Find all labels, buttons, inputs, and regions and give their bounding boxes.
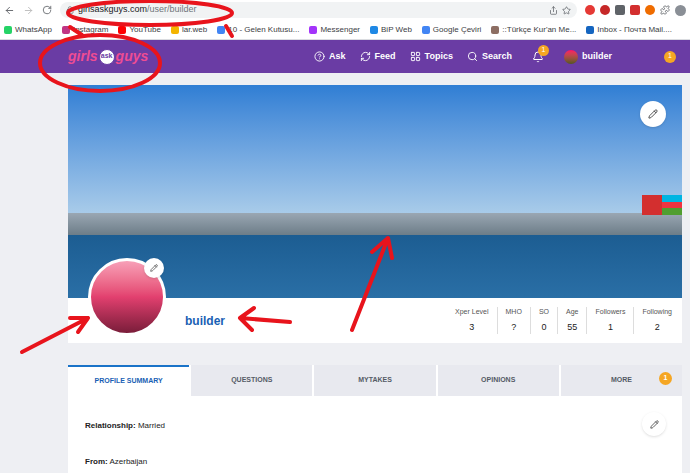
bookmark-icon [118,26,126,34]
tab-label: QUESTIONS [231,375,272,386]
profile-tab[interactable]: QUESTIONS [191,365,312,396]
pencil-icon [150,264,158,272]
summary-row: Relationship: Married [85,420,665,432]
star-icon[interactable] [562,6,571,15]
extensions-icon[interactable] [660,5,670,15]
extension-icon[interactable] [645,5,655,15]
nav-item[interactable]: Feed [360,50,396,64]
profile-stats: Xper Level3MHO?SO0Age55Followers1Followi… [447,307,680,334]
bookmark[interactable]: ::Türkçe Kur'an Me... [491,24,576,36]
nav-item[interactable]: Ask [314,50,346,64]
bookmark[interactable]: Messenger [309,24,360,36]
extension-icon[interactable] [615,5,625,15]
tab-label: MYTAKES [358,375,392,386]
tab-badge: 1 [659,372,672,385]
bookmarks-bar: WhatsApp Instagram YouTube lar.web 10 - Gele… [0,20,690,40]
stat: SO0 [530,307,557,334]
profile-tab[interactable]: MYTAKES [314,365,435,396]
extension-icon[interactable] [585,5,595,15]
bookmark-icon [217,26,225,34]
bookmark[interactable]: WhatsApp [4,24,52,36]
bookmark[interactable]: 10 - Gelen Kutusu... [217,24,299,36]
edit-summary-button[interactable] [642,412,666,436]
bookmark-icon [491,26,499,34]
summary-row: From: Azerbaijan [85,456,665,468]
nav-item-icon [360,51,371,62]
profile-name: builder [185,312,225,330]
profile-icon[interactable] [675,5,686,16]
nav-item[interactable]: Topics [410,50,453,64]
nav-item-icon [467,51,478,62]
lock-icon [66,6,74,14]
extension-icon[interactable] [600,5,610,15]
forward-icon[interactable] [23,5,34,16]
nav-item[interactable]: Search [467,50,512,64]
bookmark[interactable]: Google Çeviri [422,24,481,36]
bookmark-icon [171,26,179,34]
stat: Xper Level3 [447,307,496,334]
url: girlsaskguys.com/user/builder [78,3,197,17]
bookmark[interactable]: YouTube [118,24,160,36]
notifications[interactable]: 1 [532,51,544,63]
bookmark-icon [62,26,70,34]
bookmark-icon [586,26,594,34]
flag-image [642,195,682,215]
annotation-marks [0,0,690,473]
nav-item-icon [410,51,421,62]
extension-icon[interactable] [630,5,640,15]
pencil-icon [650,420,659,429]
bookmark-icon [370,26,378,34]
edit-cover-button[interactable] [640,101,666,127]
bookmark[interactable]: lar.web [171,24,207,36]
share-icon[interactable] [549,6,558,15]
back-icon[interactable] [4,5,15,16]
edit-avatar-button[interactable] [144,258,164,278]
profile-card: builder Xper Level3MHO?SO0Age55Followers1… [68,85,682,343]
site-logo[interactable]: girlsaskguys [68,46,148,67]
notification-badge: 1 [538,45,549,56]
reload-icon[interactable] [42,5,52,15]
site-navbar: girlsaskguys Ask Feed Topics Search 1 builder 1 [0,40,690,73]
bookmark-icon [422,26,430,34]
profile-summary: Relationship: Married From: Azerbaijan [68,396,682,473]
tabs: PROFILE SUMMARY QUESTIONS MYTAKES OPINIONS M… [68,365,682,396]
browser-toolbar: girlsaskguys.com/user/builder [0,0,690,20]
profile-info-row: builder Xper Level3MHO?SO0Age55Followers1… [68,298,682,343]
pencil-icon [648,109,658,119]
nav-item-icon [314,51,325,62]
user-menu[interactable]: builder [564,50,612,64]
profile-tab[interactable]: OPINIONS [438,365,559,396]
screen: girlsaskguys.com/user/builder WhatsApp Ins… [0,0,690,473]
stat: MHO? [497,307,530,334]
profile-tab[interactable]: MORE 1 [561,365,682,396]
tab-label: MORE [611,375,632,386]
profile-tab[interactable]: PROFILE SUMMARY [68,365,189,396]
stat: Followers1 [586,307,633,334]
stat: Age55 [557,307,586,334]
bookmark[interactable]: BiP Web [370,24,412,36]
user-avatar [564,50,578,64]
stat: Following2 [633,307,680,334]
bookmark-icon [309,26,317,34]
bookmark[interactable]: Instagram [62,24,109,36]
tab-label: OPINIONS [481,375,515,386]
bookmark-icon [4,26,12,34]
address-bar[interactable]: girlsaskguys.com/user/builder [60,2,577,18]
alert-badge[interactable]: 1 [664,51,676,63]
bookmark[interactable]: Inbox - Почта Mail.... [586,24,672,36]
tab-label: PROFILE SUMMARY [95,376,163,387]
